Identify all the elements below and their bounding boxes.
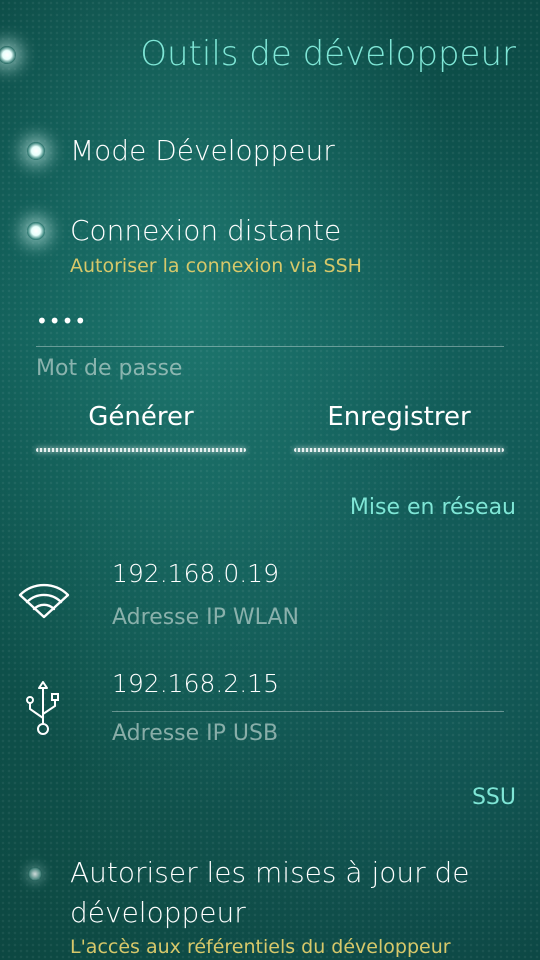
password-underline (36, 346, 504, 347)
developer-mode-indicator (27, 142, 45, 160)
usb-ip-item: 192.168.2.15 Adresse IP USB (0, 666, 540, 756)
remote-connection-indicator (27, 222, 45, 240)
remote-connection-description: Autoriser la connexion via SSH (70, 255, 362, 277)
remote-connection-switch[interactable]: Connexion distante Autoriser la connexio… (0, 204, 540, 284)
wlan-ip-item: 192.168.0.19 Adresse IP WLAN (0, 555, 540, 635)
allow-developer-updates-indicator (28, 867, 42, 881)
password-input[interactable]: •••• (36, 309, 87, 333)
usb-ip-label: Adresse IP USB (112, 721, 279, 746)
usb-ip-value: 192.168.2.15 (112, 669, 279, 698)
allow-developer-updates-switch[interactable]: Autoriser les mises à jour de développeu… (0, 850, 540, 960)
generate-button-label: Générer (88, 402, 194, 432)
remote-connection-label: Connexion distante (70, 214, 342, 247)
wifi-icon (16, 575, 72, 621)
usb-icon (22, 678, 66, 738)
generate-button-underline (36, 448, 246, 452)
password-label: Mot de passe (36, 356, 183, 381)
corner-glow-indicator (0, 46, 16, 64)
page-title: Outils de développeur (140, 34, 516, 74)
allow-developer-updates-label-line2: développeur (70, 896, 246, 929)
save-button[interactable]: Enregistrer (294, 396, 504, 458)
allow-developer-updates-description: L'accès aux référentiels du développeur (70, 936, 451, 958)
usb-ip-underline (112, 711, 504, 712)
developer-mode-switch[interactable]: Mode Développeur (0, 124, 540, 180)
save-button-underline (294, 448, 504, 452)
wlan-ip-label: Adresse IP WLAN (112, 605, 299, 630)
ssu-section-header: SSU (471, 785, 516, 810)
save-button-label: Enregistrer (327, 402, 471, 432)
allow-developer-updates-label-line1: Autoriser les mises à jour de (70, 856, 470, 889)
wlan-ip-value: 192.168.0.19 (112, 559, 279, 588)
developer-mode-label: Mode Développeur (70, 134, 335, 167)
generate-button[interactable]: Générer (36, 396, 246, 458)
networking-section-header: Mise en réseau (349, 495, 516, 520)
